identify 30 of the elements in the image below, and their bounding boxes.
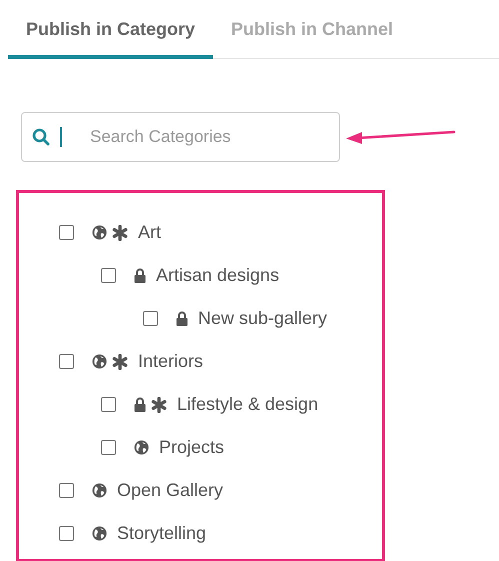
checkbox[interactable] xyxy=(101,268,116,283)
checkbox[interactable] xyxy=(101,397,116,412)
checkbox[interactable] xyxy=(59,354,74,369)
asterisk-icon xyxy=(151,396,167,412)
lock-icon xyxy=(134,268,146,283)
globe-icon xyxy=(134,440,149,455)
globe-icon xyxy=(92,526,107,541)
globe-icon xyxy=(92,354,107,369)
tab[interactable]: Publish in Category xyxy=(8,0,214,59)
lock-icon xyxy=(134,397,146,412)
category-label[interactable]: New sub-gallery xyxy=(198,305,328,332)
search-field[interactable]: Search Categories xyxy=(21,112,340,162)
asterisk-icon xyxy=(112,224,128,240)
category-label[interactable]: Lifestyle & design xyxy=(177,391,318,418)
category-label[interactable]: Open Gallery xyxy=(117,477,224,504)
globe-icon xyxy=(92,483,107,498)
checkbox[interactable] xyxy=(59,526,74,541)
search-icon xyxy=(32,128,50,146)
category-label[interactable]: Interiors xyxy=(138,348,204,375)
checkbox[interactable] xyxy=(59,483,74,498)
category-label[interactable]: Artisan designs xyxy=(156,262,280,289)
category-label[interactable]: Storytelling xyxy=(117,520,206,547)
checkbox[interactable] xyxy=(101,440,116,455)
category-label[interactable]: Art xyxy=(138,219,162,246)
asterisk-icon xyxy=(112,354,128,370)
checkbox[interactable] xyxy=(59,225,74,240)
checkbox[interactable] xyxy=(143,311,158,326)
lock-icon xyxy=(176,311,188,326)
category-label[interactable]: Projects xyxy=(159,434,224,461)
globe-icon xyxy=(92,225,107,240)
